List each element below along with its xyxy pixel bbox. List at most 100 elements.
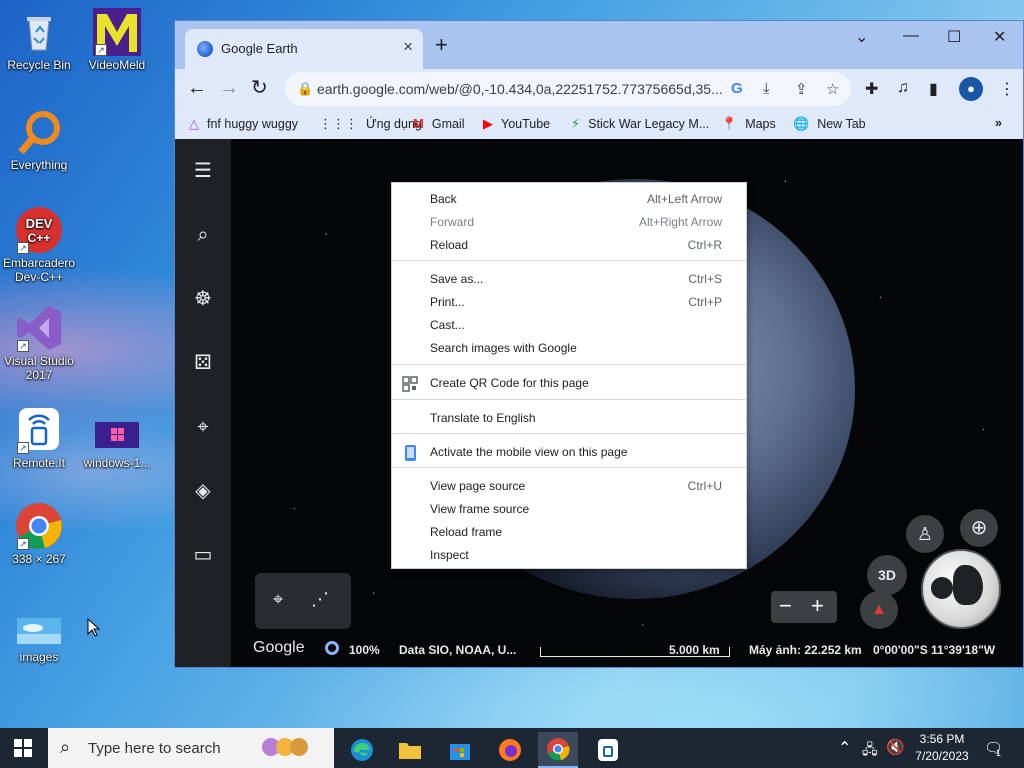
qr-code-icon: [402, 376, 418, 392]
bookmark-gmail[interactable]: M Gmail: [413, 116, 465, 131]
my-location-icon[interactable]: ⊕: [960, 509, 998, 547]
back-button[interactable]: ←: [187, 76, 207, 100]
tab-google-earth[interactable]: Google Earth ×: [185, 29, 423, 69]
menu-item-view-frame-source[interactable]: View frame source: [392, 498, 746, 521]
menu-item-back[interactable]: Back Alt+Left Arrow: [392, 188, 746, 211]
menu-item-translate[interactable]: Translate to English: [392, 407, 746, 430]
desktop-icon-visual-studio[interactable]: ↗ Visual Studio 2017: [0, 304, 78, 382]
menu-item-view-source[interactable]: View page source Ctrl+U: [392, 475, 746, 498]
bolt-icon: ⚡: [571, 116, 581, 131]
menu-item-print[interactable]: Print... Ctrl+P: [392, 291, 746, 314]
bookmark-apps[interactable]: ⋮⋮⋮ Ứng dụng: [319, 116, 422, 132]
bookmark-new-tab[interactable]: 🌐 New Tab: [793, 116, 866, 132]
visual-studio-icon: ↗: [15, 304, 63, 352]
profile-avatar[interactable]: ●: [959, 77, 983, 101]
feeling-lucky-dice-icon[interactable]: ⚄: [191, 351, 215, 375]
windows-start-button[interactable]: [14, 739, 32, 757]
taskbar: ⌕ Type here to search ⌃ 🖧 🔇 3:56 PM 7/20…: [0, 728, 1024, 768]
measure-ruler-icon[interactable]: ▭: [191, 543, 215, 567]
side-panel-icon[interactable]: ▮: [929, 79, 938, 99]
taskbar-chrome-button[interactable]: [538, 732, 578, 768]
maximize-button[interactable]: ☐: [947, 27, 961, 47]
desktop-icon-videomeld[interactable]: ↗ VideoMeld: [78, 8, 156, 72]
map-style-layers-icon[interactable]: ◈: [191, 479, 215, 503]
menu-item-inspect[interactable]: Inspect: [392, 544, 746, 567]
bookmark-label: Stick War Legacy M...: [588, 117, 710, 131]
compass-icon[interactable]: ▲: [860, 591, 898, 629]
menu-item-cast[interactable]: Cast...: [392, 314, 746, 337]
coordinates: 0°00'00"S 11°39'18"W: [873, 643, 996, 657]
bookmarks-overflow-chevron-icon[interactable]: »: [995, 116, 1002, 130]
pegman-street-view-icon[interactable]: ♙: [906, 515, 944, 553]
toggle-3d-button[interactable]: 3D: [867, 555, 907, 595]
desktop-icon-everything[interactable]: Everything: [0, 108, 78, 172]
menu-item-save-as[interactable]: Save as... Ctrl+S: [392, 268, 746, 291]
minimize-button[interactable]: —: [903, 27, 919, 45]
show-hidden-icons-chevron-icon[interactable]: ⌃: [838, 738, 851, 758]
forward-button[interactable]: →: [219, 76, 239, 100]
menu-hamburger-icon[interactable]: ☰: [191, 159, 215, 183]
address-bar[interactable]: 🔒 earth.google.com/web/@0,-10.434,0a,222…: [285, 72, 851, 106]
search-icon[interactable]: ⌕: [191, 223, 215, 247]
menu-item-forward[interactable]: Forward Alt+Right Arrow: [392, 211, 746, 234]
mini-globe-icon[interactable]: [921, 549, 1001, 629]
bookmark-star-icon[interactable]: ☆: [826, 80, 839, 98]
image-thumbnail-icon: [93, 414, 141, 454]
new-tab-button[interactable]: +: [435, 34, 448, 56]
taskbar-remoteit-button[interactable]: [588, 732, 628, 768]
desktop-icon-images[interactable]: images: [0, 612, 78, 664]
desktop-icon-windows-image[interactable]: windows-1...: [78, 414, 156, 470]
projects-pin-icon[interactable]: ⌖: [191, 415, 215, 439]
bookmark-maps[interactable]: 📍 Maps: [721, 116, 776, 132]
bookmark-fnf[interactable]: △ fnf huggy wuggy: [189, 116, 298, 132]
desktop-icon-chrome-image[interactable]: ↗ 338 × 267: [0, 502, 78, 566]
desktop-icon-label: Embarcadero Dev-C++: [2, 256, 76, 284]
extensions-puzzle-icon[interactable]: ✚: [865, 79, 878, 99]
search-highlight-icon[interactable]: [262, 738, 308, 761]
close-tab-icon[interactable]: ×: [403, 37, 413, 57]
add-placemark-icon[interactable]: ⌖: [273, 589, 283, 610]
taskbar-edge-button[interactable]: [342, 732, 382, 768]
close-window-button[interactable]: ✕: [993, 27, 1006, 47]
desktop-icon-recycle-bin[interactable]: Recycle Bin: [0, 8, 78, 72]
desktop-icon-remoteit[interactable]: ↗ Remote.It: [0, 406, 78, 470]
menu-separator: [392, 399, 746, 400]
draw-path-icon[interactable]: ⋰: [311, 589, 329, 610]
media-controls-icon[interactable]: ♫: [897, 79, 909, 97]
desktop-icon-label: VideoMeld: [88, 58, 146, 72]
bookmark-stick-war[interactable]: ⚡ Stick War Legacy M...: [571, 116, 709, 132]
camera-altitude: Máy ảnh: 22.252 km: [749, 643, 862, 657]
triangle-icon: △: [189, 116, 199, 131]
reload-button[interactable]: ↻: [251, 76, 268, 100]
browser-toolbar: ← → ↻ 🔒 earth.google.com/web/@0,-10.434,…: [175, 69, 1023, 109]
menu-item-search-images[interactable]: Search images with Google: [392, 337, 746, 360]
clock-date[interactable]: 7/20/2023: [910, 749, 974, 763]
menu-kebab-icon[interactable]: ⋮: [999, 79, 1015, 99]
zoom-in-button[interactable]: +: [811, 593, 824, 619]
url-text[interactable]: earth.google.com/web/@0,-10.434,0a,22251…: [317, 81, 725, 97]
voyager-wheel-icon[interactable]: ☸: [191, 287, 215, 311]
share-icon[interactable]: ⇪: [795, 80, 808, 98]
desktop-icon-devcpp[interactable]: DEV C++ ↗ Embarcadero Dev-C++: [0, 206, 78, 284]
shortcut-arrow-icon: ↗: [95, 44, 107, 56]
speaker-muted-icon[interactable]: 🔇: [886, 738, 905, 756]
taskbar-search-box[interactable]: ⌕ Type here to search: [48, 728, 334, 768]
menu-item-mobile-view[interactable]: Activate the mobile view on this page: [392, 441, 746, 464]
zoom-out-button[interactable]: −: [779, 593, 792, 619]
shortcut-arrow-icon: ↗: [17, 242, 29, 254]
lock-icon: 🔒: [297, 81, 314, 96]
tab-search-chevron-icon[interactable]: ⌄: [855, 27, 868, 47]
install-app-icon[interactable]: ⤓: [763, 80, 770, 97]
taskbar-store-button[interactable]: [440, 732, 480, 768]
bookmark-label: New Tab: [817, 117, 866, 131]
network-disconnected-icon[interactable]: 🖧: [862, 739, 878, 763]
clock-time[interactable]: 3:56 PM: [916, 732, 968, 746]
menu-item-create-qr[interactable]: Create QR Code for this page: [392, 372, 746, 395]
taskbar-file-explorer-button[interactable]: [390, 732, 430, 768]
taskbar-firefox-button[interactable]: [490, 732, 530, 768]
bookmark-youtube[interactable]: ▶ YouTube: [483, 116, 550, 132]
data-attribution[interactable]: Data SIO, NOAA, U...: [399, 643, 516, 657]
menu-item-reload-frame[interactable]: Reload frame: [392, 521, 746, 544]
menu-item-reload[interactable]: Reload Ctrl+R: [392, 234, 746, 257]
google-lens-icon[interactable]: G: [731, 80, 743, 97]
